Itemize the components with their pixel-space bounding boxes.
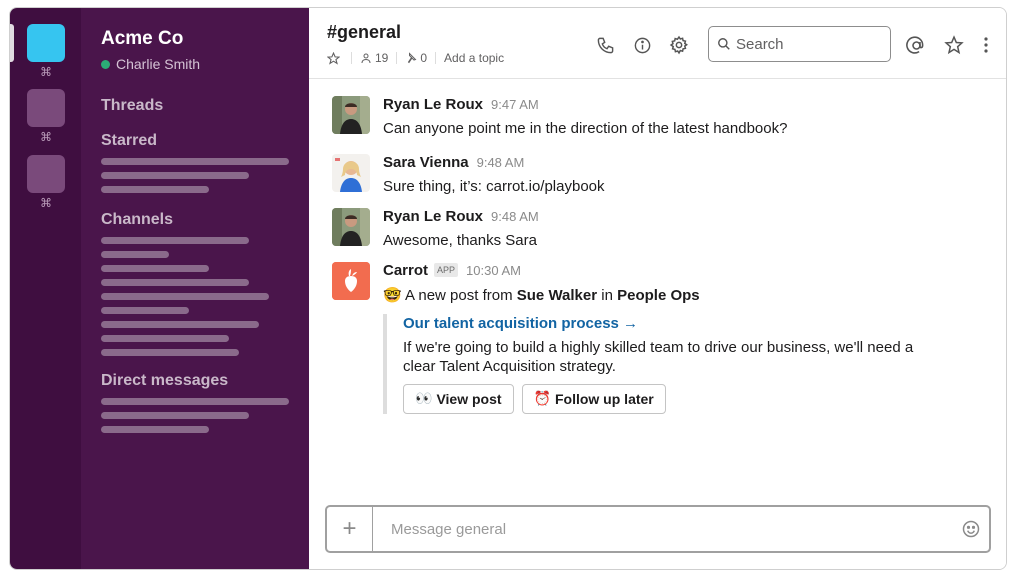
message-text: 🤓 A new post from Sue Walker in People O… <box>383 286 700 304</box>
sidebar-section-starred[interactable]: Starred <box>101 132 157 150</box>
channel-item-placeholder[interactable] <box>101 321 259 328</box>
dm-item-placeholder[interactable] <box>101 426 209 433</box>
info-icon[interactable] <box>631 34 653 56</box>
dm-item-placeholder[interactable] <box>101 398 289 405</box>
workspace-shortcut-1: ⌘ <box>40 65 52 79</box>
channel-title[interactable]: #general <box>327 22 401 43</box>
message-author: Sara Vienna 9:48 AM <box>383 154 524 171</box>
pin-icon <box>408 52 417 64</box>
sidebar: Acme Co Charlie Smith Threads Starred Ch… <box>81 8 309 569</box>
avatar[interactable] <box>332 208 370 246</box>
channel-item-placeholder[interactable] <box>101 237 249 244</box>
workspace-shortcut-2: ⌘ <box>40 130 52 144</box>
text-prefix: A new post from <box>405 287 513 304</box>
channel-item-placeholder[interactable] <box>101 251 169 258</box>
workspace-button-2[interactable] <box>27 89 65 127</box>
view-post-label: View post <box>436 391 502 407</box>
nerd-face-emoji: 🤓 <box>383 286 402 304</box>
author-name[interactable]: Ryan Le Roux <box>383 208 483 225</box>
carrot-logo-icon[interactable] <box>332 262 370 300</box>
message-timestamp[interactable]: 9:48 AM <box>477 155 525 170</box>
mention-icon[interactable] <box>905 34 927 56</box>
star-channel-icon[interactable] <box>327 51 343 65</box>
message-author: Ryan Le Roux 9:47 AM <box>383 96 539 113</box>
members-icon <box>361 53 371 64</box>
dm-item-placeholder[interactable] <box>101 412 249 419</box>
post-author[interactable]: Sue Walker <box>517 287 597 304</box>
workspace-button-3[interactable] <box>27 155 65 193</box>
divider <box>396 52 398 64</box>
user-name: Charlie Smith <box>116 56 201 72</box>
active-workspace-indicator <box>10 24 14 62</box>
view-post-button[interactable]: 👀 View post <box>403 384 514 414</box>
follow-up-later-button[interactable]: ⏰ Follow up later <box>521 384 666 414</box>
presence-dot-icon <box>101 59 110 69</box>
search-box[interactable] <box>708 26 891 62</box>
message-input[interactable] <box>373 520 953 538</box>
add-topic-link[interactable]: Add a topic <box>444 51 504 65</box>
message-timestamp[interactable]: 9:47 AM <box>491 97 539 112</box>
channel-item-placeholder[interactable] <box>101 307 189 314</box>
gear-icon[interactable] <box>668 34 690 56</box>
team-name[interactable]: Acme Co <box>101 28 183 50</box>
attachment-actions: 👀 View post ⏰ Follow up later <box>403 384 943 414</box>
attach-plus-button[interactable]: + <box>327 507 373 551</box>
divider <box>351 52 352 64</box>
sidebar-section-channels[interactable]: Channels <box>101 211 173 229</box>
message-text: Awesome, thanks Sara <box>383 232 537 249</box>
alarm-clock-icon: ⏰ <box>533 391 551 407</box>
message-attachment: Our talent acquisition process → If we'r… <box>383 314 943 414</box>
avatar[interactable] <box>332 96 370 134</box>
post-channel[interactable]: People Ops <box>617 287 700 304</box>
starred-item-placeholder[interactable] <box>101 172 249 179</box>
current-user[interactable]: Charlie Smith <box>101 56 200 72</box>
more-icon[interactable] <box>975 34 997 56</box>
message-text: Sure thing, it’s: carrot.io/playbook <box>383 178 605 195</box>
attachment-title-link[interactable]: Our talent acquisition process → <box>403 315 943 332</box>
search-input[interactable] <box>736 35 876 53</box>
member-count-value: 19 <box>375 51 389 65</box>
avatar[interactable] <box>332 154 370 192</box>
author-name[interactable]: Carrot <box>383 262 428 279</box>
pinned-count-value: 0 <box>420 51 428 65</box>
emoji-picker-icon[interactable] <box>953 519 989 539</box>
workspace-button-1[interactable] <box>27 24 65 62</box>
channel-meta: 19 0 Add a topic <box>327 51 504 65</box>
workspace-shortcut-3: ⌘ <box>40 196 52 210</box>
message-author: Ryan Le Roux 9:48 AM <box>383 208 539 225</box>
message-author: Carrot APP 10:30 AM <box>383 262 521 279</box>
message-composer: + <box>325 505 991 553</box>
channel-item-placeholder[interactable] <box>101 279 249 286</box>
eyes-icon: 👀 <box>415 391 433 407</box>
search-icon <box>718 38 730 50</box>
author-name[interactable]: Sara Vienna <box>383 154 469 171</box>
member-count[interactable]: 19 <box>360 51 388 65</box>
channel-item-placeholder[interactable] <box>101 265 209 272</box>
app-window: ⌘ ⌘ ⌘ Acme Co Charlie Smith Threads Star… <box>9 7 1007 570</box>
text-in: in <box>601 287 613 304</box>
phone-icon[interactable] <box>594 34 616 56</box>
channel-item-placeholder[interactable] <box>101 349 239 356</box>
starred-item-placeholder[interactable] <box>101 186 209 193</box>
follow-up-later-label: Follow up later <box>554 391 654 407</box>
message-timestamp[interactable]: 9:48 AM <box>491 209 539 224</box>
app-badge: APP <box>434 263 459 277</box>
workspace-rail: ⌘ ⌘ ⌘ <box>10 8 81 569</box>
divider <box>435 52 437 64</box>
pinned-count[interactable]: 0 <box>405 51 427 65</box>
attachment-body: If we're going to build a highly skilled… <box>403 339 914 375</box>
star-icon[interactable] <box>943 34 965 56</box>
channel-item-placeholder[interactable] <box>101 293 269 300</box>
channel-view: #general 19 0 Add a topic Search Ryan Le… <box>309 8 1006 569</box>
author-name[interactable]: Ryan Le Roux <box>383 96 483 113</box>
sidebar-item-threads[interactable]: Threads <box>101 97 163 115</box>
channel-item-placeholder[interactable] <box>101 335 229 342</box>
channel-header: #general 19 0 Add a topic <box>309 8 1006 79</box>
starred-item-placeholder[interactable] <box>101 158 289 165</box>
sidebar-section-direct-messages[interactable]: Direct messages <box>101 372 228 390</box>
message-timestamp[interactable]: 10:30 AM <box>466 263 521 278</box>
message-text: Can anyone point me in the direction of … <box>383 120 788 137</box>
